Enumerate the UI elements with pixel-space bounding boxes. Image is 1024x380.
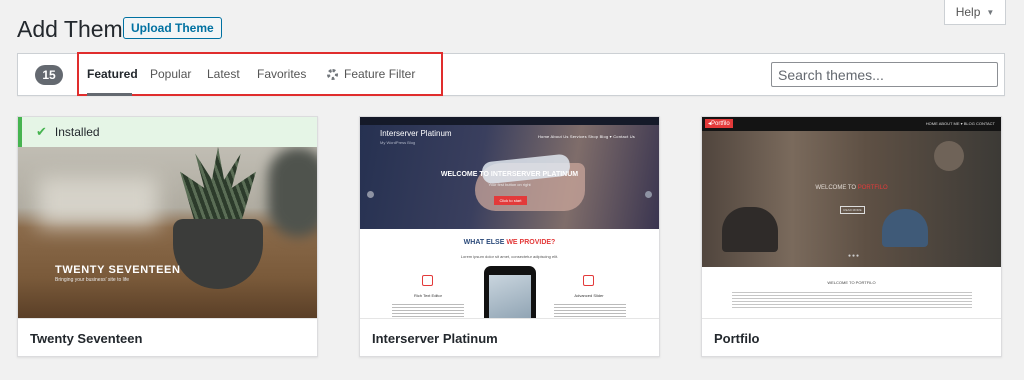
checkmark-icon: ✔ xyxy=(36,124,47,139)
tab-favorites[interactable]: Favorites xyxy=(257,67,306,81)
tab-feature-filter[interactable]: Feature Filter xyxy=(327,67,415,81)
preview-tagline: Bringing your business' site to life xyxy=(55,277,130,283)
mobile-screen xyxy=(489,275,531,318)
active-tab-indicator xyxy=(87,93,132,96)
welcome-b: PORTFILO xyxy=(857,185,888,191)
preview-welcome-sub: Your first button on right xyxy=(488,182,531,187)
theme-screenshot[interactable]: TWENTY SEVENTEEN Bringing your business'… xyxy=(18,117,317,318)
edit-icon xyxy=(422,275,433,286)
preview-person-shape xyxy=(722,207,778,252)
tab-featured[interactable]: Featured xyxy=(87,67,138,81)
preview-topbar xyxy=(360,117,659,125)
preview-section-title: WHAT ELSE WE PROVIDE? xyxy=(360,239,659,246)
preview-welcome: WELCOME TO INTERSERVER PLATINUM xyxy=(440,171,579,178)
feature-filter-label: Feature Filter xyxy=(344,67,416,81)
welcome-a: WELCOME TO xyxy=(815,185,858,191)
preview-mobile-device xyxy=(484,266,536,318)
help-label: Help xyxy=(955,5,981,19)
tab-popular[interactable]: Popular xyxy=(150,67,191,81)
search-themes-input[interactable] xyxy=(771,62,998,87)
section-title-a: WHAT ELSE xyxy=(463,239,507,246)
installed-label: Installed xyxy=(54,125,100,139)
slider-dots: ●●● xyxy=(848,253,861,259)
theme-screenshot[interactable]: Interserver Platinum My WordPress Blog H… xyxy=(360,117,659,318)
section-title-b: WE PROVIDE? xyxy=(506,239,556,246)
preview-logo: ◂Portfilo xyxy=(705,119,733,128)
preview-text-lines xyxy=(732,292,972,308)
theme-card-interserver-platinum[interactable]: Interserver Platinum My WordPress Blog H… xyxy=(359,116,660,357)
preview-person-shape xyxy=(882,209,928,247)
theme-name: Portfilo xyxy=(702,318,1001,356)
help-button[interactable]: Help ▼ xyxy=(944,0,1006,25)
preview-welcome: WELCOME TO PORTFILO xyxy=(702,185,1001,191)
theme-count-badge: 15 xyxy=(35,65,63,85)
preview-person-shape xyxy=(934,141,964,171)
preview-subtitle: My WordPress Blog xyxy=(380,140,416,145)
preview-cta: Click to start xyxy=(494,196,527,205)
background-plant xyxy=(268,147,317,237)
theme-screenshot[interactable]: ◂Portfilo HOME ABOUT ME ▾ BLOG CONTACT W… xyxy=(702,117,1001,318)
theme-card-twenty-seventeen[interactable]: ✔ Installed TWENTY SEVENTEEN Bringing yo… xyxy=(17,116,318,357)
theme-card-portfilo[interactable]: ◂Portfilo HOME ABOUT ME ▾ BLOG CONTACT W… xyxy=(701,116,1002,357)
preview-section-title: WELCOME TO PORTFILO xyxy=(827,280,876,285)
caret-down-icon: ▼ xyxy=(986,7,995,17)
theme-name: Twenty Seventeen xyxy=(18,318,317,356)
slider-next-icon xyxy=(645,191,652,198)
preview-nav: Home About Us Services Shop Blog ▾ Conta… xyxy=(537,134,635,139)
image-icon xyxy=(583,275,594,286)
slider-prev-icon xyxy=(367,191,374,198)
plant-pot xyxy=(173,219,263,289)
upload-theme-button[interactable]: Upload Theme xyxy=(123,17,222,39)
preview-text-lines xyxy=(554,304,626,317)
gear-icon xyxy=(327,68,338,80)
preview-nav: HOME ABOUT ME ▾ BLOG CONTACT xyxy=(925,121,995,126)
theme-filter-bar: 15 Featured Popular Latest Favorites Fea… xyxy=(17,52,1005,96)
installed-notice: ✔ Installed xyxy=(18,117,317,147)
preview-text-lines xyxy=(392,304,464,317)
preview-read-more: READ MORE xyxy=(840,206,865,214)
preview-brand: TWENTY SEVENTEEN xyxy=(55,264,181,276)
theme-name: Interserver Platinum xyxy=(360,318,659,356)
tab-latest[interactable]: Latest xyxy=(207,67,240,81)
preview-lorem: Lorem ipsum dolor sit amet, consectetur … xyxy=(460,254,559,259)
feature-title: Rich Text Editor xyxy=(414,293,442,298)
succulent-plant xyxy=(180,147,256,229)
feature-title: Advanced Slider xyxy=(574,293,604,298)
background-shape xyxy=(38,177,158,227)
preview-brand: Interserver Platinum xyxy=(380,129,452,138)
